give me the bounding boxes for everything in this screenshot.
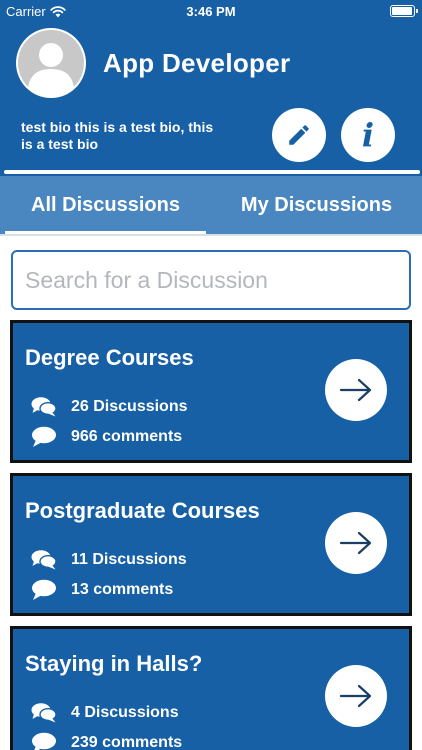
profile-name: App Developer	[103, 48, 291, 78]
battery-icon	[390, 5, 418, 17]
comment-icon	[32, 426, 56, 447]
status-bar: Carrier 3:46 PM	[0, 0, 422, 22]
arrow-right-icon	[339, 531, 372, 555]
profile-bio: test bio this is a test bio, this is a t…	[21, 119, 214, 152]
comment-icon	[32, 732, 56, 750]
discussions-icon	[31, 397, 57, 417]
search-input[interactable]	[11, 250, 411, 310]
category-card-staying-in-halls[interactable]: Staying in Halls? 4 Discussions 239 comm…	[10, 626, 412, 750]
avatar[interactable]	[16, 28, 86, 98]
discussions-icon	[31, 550, 57, 570]
tab-bar-shadow	[0, 234, 422, 236]
category-title: Degree Courses	[25, 345, 194, 370]
category-card-degree-courses[interactable]: Degree Courses 26 Discussions 966 commen…	[10, 320, 412, 463]
discussion-count: 11 Discussions	[31, 549, 187, 571]
comment-count: 966 comments	[31, 426, 182, 448]
pencil-icon	[289, 125, 309, 145]
comment-count-label: 239 comments	[71, 734, 183, 750]
profile-header: Carrier 3:46 PM App Developer test bio t…	[0, 0, 422, 176]
open-category-button[interactable]	[325, 665, 387, 727]
comment-count: 13 comments	[31, 579, 173, 601]
category-card-postgraduate-courses[interactable]: Postgraduate Courses 11 Discussions 13 c…	[10, 473, 412, 616]
open-category-button[interactable]	[325, 512, 387, 574]
info-icon: i	[361, 116, 375, 154]
comment-count-label: 13 comments	[71, 581, 174, 598]
tab-bar: All Discussions My Discussions	[0, 176, 422, 234]
discussion-count: 4 Discussions	[31, 702, 179, 724]
open-category-button[interactable]	[325, 359, 387, 421]
edit-profile-button[interactable]	[272, 108, 326, 162]
info-button[interactable]: i	[341, 108, 395, 162]
tab-my-discussions[interactable]: My Discussions	[211, 176, 422, 234]
discussions-icon	[31, 703, 57, 723]
category-title: Postgraduate Courses	[25, 498, 260, 523]
arrow-right-icon	[339, 684, 372, 708]
status-time: 3:46 PM	[186, 4, 236, 19]
comment-count-label: 966 comments	[71, 428, 183, 445]
default-avatar-icon	[18, 30, 84, 98]
battery-fill	[392, 7, 412, 15]
category-title: Staying in Halls?	[25, 651, 203, 676]
tab-all-discussions[interactable]: All Discussions	[0, 176, 211, 234]
header-divider	[4, 170, 420, 174]
comment-count: 239 comments	[31, 732, 182, 750]
discussion-count-label: 4 Discussions	[71, 704, 179, 721]
discussion-count-label: 26 Discussions	[71, 398, 188, 415]
arrow-right-icon	[339, 378, 372, 402]
discussion-count: 26 Discussions	[31, 396, 188, 418]
discussion-count-label: 11 Discussions	[71, 551, 187, 568]
comment-icon	[32, 579, 56, 600]
